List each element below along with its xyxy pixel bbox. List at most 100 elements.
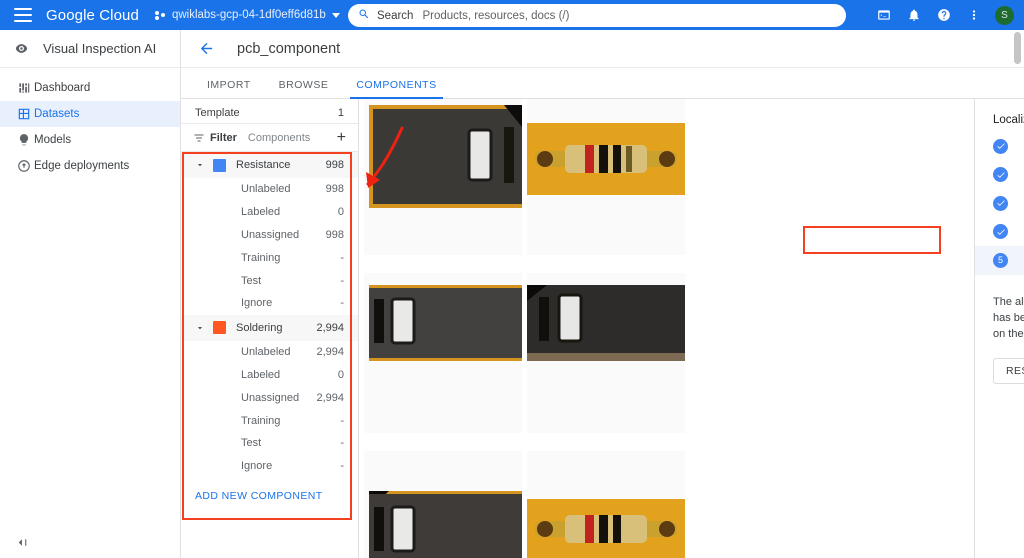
help-icon[interactable] — [929, 0, 959, 30]
product-header[interactable]: Visual Inspection AI — [0, 30, 180, 68]
row-label: Unassigned — [241, 391, 300, 404]
more-vert-icon[interactable] — [959, 0, 989, 30]
sidebar-label-edge-deployments: Edge deployments — [34, 160, 130, 172]
check-circle-icon — [993, 167, 1008, 183]
workflow-step-apply-to-all[interactable]: Apply to all — [975, 218, 1024, 247]
template-label: Template — [195, 107, 240, 119]
row-label: Labeled — [241, 368, 281, 381]
thumbnail-item[interactable] — [527, 451, 685, 558]
avatar[interactable]: S — [995, 5, 1014, 25]
template-row[interactable]: Template 1 — [181, 103, 358, 124]
models-bulb-icon — [16, 133, 31, 148]
row-label: Test — [241, 274, 262, 287]
thumbnail-item[interactable] — [527, 273, 685, 433]
nav-list: Dashboard Datasets Models Edge deploymen… — [0, 68, 180, 179]
workflow-step-define-components[interactable]: Define Components — [975, 161, 1024, 190]
datasets-icon — [16, 107, 31, 122]
thumbnail-item[interactable] — [364, 273, 522, 433]
tab-browse[interactable]: BROWSE — [265, 79, 343, 98]
thumbnail-item[interactable] — [364, 99, 522, 255]
search-icon — [358, 8, 370, 23]
thumbnail-item[interactable] — [364, 451, 522, 558]
group-count-resistance: 998 — [325, 159, 344, 171]
tab-import[interactable]: IMPORT — [193, 79, 265, 98]
google-cloud-logo[interactable]: Google Cloud — [46, 7, 139, 24]
group-name-soldering: Soldering — [236, 321, 283, 334]
row-label: Unlabeled — [241, 183, 291, 196]
plus-icon[interactable]: + — [337, 129, 346, 146]
sidebar-label-datasets: Datasets — [34, 108, 80, 120]
left-navigation: Visual Inspection AI Dashboard Datasets … — [0, 30, 181, 558]
panel-scrollbar[interactable] — [1014, 32, 1021, 64]
row-value: 998 — [325, 228, 344, 241]
row-label: Training — [241, 251, 281, 264]
workflow-title: Localize components in this dataset — [993, 114, 1024, 126]
tab-bar: IMPORT BROWSE COMPONENTS — [181, 68, 1024, 99]
restart-button[interactable]: RESTART — [993, 357, 1024, 384]
chevron-down-icon[interactable] — [195, 160, 207, 170]
cloud-shell-icon[interactable] — [869, 0, 899, 30]
edge-deploy-icon — [16, 159, 31, 174]
workflow-step-review-sample[interactable]: Review sample — [975, 189, 1024, 218]
row-value: 2,994 — [316, 391, 344, 404]
notifications-bell-icon[interactable] — [899, 0, 929, 30]
workflow-step-select-template-image[interactable]: Select template image — [975, 132, 1024, 161]
component-group-resistance[interactable]: Resistance 998 — [181, 152, 358, 178]
check-circle-icon — [993, 195, 1008, 211]
dashboard-icon — [16, 81, 31, 96]
collapse-panel-icon[interactable] — [14, 534, 30, 550]
row-value: 2,994 — [316, 346, 344, 359]
check-circle-icon — [993, 138, 1008, 154]
product-title: Visual Inspection AI — [43, 41, 157, 56]
topbar-icon-group: S — [869, 0, 1014, 30]
thumbnail-grid — [364, 99, 685, 558]
row-value: - — [340, 414, 344, 427]
search-label: Search — [377, 9, 414, 22]
check-circle-icon — [993, 224, 1008, 240]
row-value: - — [340, 251, 344, 264]
content-area: pcb_component IMPORT BROWSE COMPONENTS T… — [181, 30, 1024, 558]
workflow-step-finish[interactable]: 5 Finish — [975, 246, 1024, 275]
tree-row-labeled[interactable]: Labeled 0 — [181, 364, 358, 387]
tab-components[interactable]: COMPONENTS — [342, 79, 450, 99]
project-icon — [154, 10, 167, 21]
sidebar-item-edge-deployments[interactable]: Edge deployments — [0, 153, 180, 179]
back-arrow-icon[interactable] — [197, 40, 215, 58]
sidebar-label-models: Models — [34, 134, 72, 146]
tree-row-unlabeled[interactable]: Unlabeled 2,994 — [181, 341, 358, 364]
search-input[interactable]: Search Products, resources, docs (/) — [348, 4, 846, 27]
tree-row-unassigned[interactable]: Unassigned 2,994 — [181, 386, 358, 409]
filter-label: Filter — [210, 131, 237, 144]
tree-row-test[interactable]: Test - — [181, 269, 358, 292]
row-label: Unlabeled — [241, 346, 291, 359]
tree-row-test[interactable]: Test - — [181, 432, 358, 455]
component-group-soldering[interactable]: Soldering 2,994 — [181, 314, 358, 341]
tree-row-ignore[interactable]: Ignore - — [181, 292, 358, 315]
sidebar-item-dashboard[interactable]: Dashboard — [0, 75, 180, 101]
tree-row-training[interactable]: Training - — [181, 409, 358, 432]
row-value: - — [340, 437, 344, 450]
row-label: Ignore — [241, 297, 273, 310]
row-label: Test — [241, 437, 262, 450]
project-name: qwiklabs-gcp-04-1df0eff6d81b — [171, 9, 326, 21]
filter-row[interactable]: Filter Components + — [181, 124, 358, 152]
tree-row-ignore[interactable]: Ignore - — [181, 455, 358, 478]
row-label: Training — [241, 414, 281, 427]
tree-row-unlabeled[interactable]: Unlabeled 998 — [181, 178, 358, 201]
sidebar-item-datasets[interactable]: Datasets — [0, 101, 180, 127]
row-label: Ignore — [241, 460, 273, 473]
workflow-description: The alignment and detection process has … — [993, 295, 1024, 340]
sidebar-item-models[interactable]: Models — [0, 127, 180, 153]
thumbnail-item[interactable] — [527, 99, 685, 255]
tree-row-labeled[interactable]: Labeled 0 — [181, 201, 358, 224]
row-value: 0 — [337, 206, 344, 219]
hamburger-menu-icon[interactable] — [14, 8, 32, 22]
sidebar-label-dashboard: Dashboard — [34, 82, 91, 94]
add-new-component-button[interactable]: ADD NEW COMPONENT — [181, 478, 358, 502]
search-placeholder: Products, resources, docs (/) — [422, 9, 570, 22]
chevron-down-icon[interactable] — [195, 323, 207, 333]
project-selector[interactable]: qwiklabs-gcp-04-1df0eff6d81b — [154, 9, 340, 21]
group-count-soldering: 2,994 — [316, 321, 344, 334]
tree-row-unassigned[interactable]: Unassigned 998 — [181, 224, 358, 247]
tree-row-training[interactable]: Training - — [181, 246, 358, 269]
